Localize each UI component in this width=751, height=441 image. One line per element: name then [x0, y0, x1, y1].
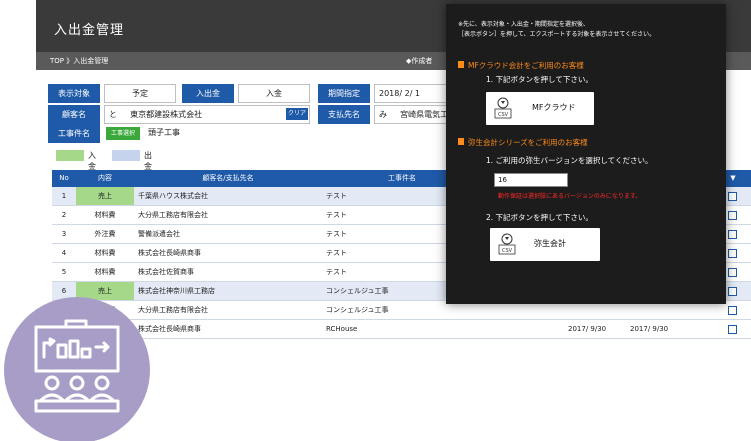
- row-checkbox[interactable]: [728, 211, 737, 220]
- row-checkbox[interactable]: [728, 268, 737, 277]
- export-modal: ※先に、表示対象・入出金・期間指定を選択後、 ［表示ボタン］を押して、エクスポー…: [446, 4, 726, 304]
- option-deposit-withdrawal[interactable]: 入出金: [182, 84, 234, 103]
- mf-heading: MFクラウド会計をご利用のお客様: [468, 61, 584, 70]
- row-checkbox[interactable]: [728, 287, 737, 296]
- csv-label: CSV: [498, 112, 509, 118]
- row-content-type: 売上: [76, 187, 134, 205]
- header-select-all[interactable]: ▼: [726, 170, 740, 187]
- row-date-end: 2017/ 9/30: [630, 325, 669, 333]
- row-customer-name: 株式会社長崎県商事: [138, 325, 201, 333]
- row-number: 1: [61, 192, 67, 200]
- yayoi-heading: 弥生会計シリーズをご利用のお客様: [468, 138, 588, 147]
- table-row[interactable]: 材料費株式会社長崎県商事RCHouse2017/ 9/302017/ 9/30: [52, 320, 751, 339]
- yayoi-version-select[interactable]: 16: [494, 173, 568, 187]
- project-label: 工事件名: [48, 124, 100, 143]
- header-content: 内容: [98, 174, 112, 182]
- period-start-field[interactable]: 2018/ 2/ 1: [374, 84, 448, 103]
- payee-label: 支払先名: [318, 105, 370, 124]
- yayoi-step-2: 2. 下記ボタンを押して下さい。: [486, 213, 593, 222]
- legend-expense-swatch: [112, 150, 140, 161]
- mf-heading-marker: [458, 61, 464, 68]
- mf-export-label: MFクラウド: [532, 103, 576, 112]
- row-customer-name: 警備派遣会社: [138, 230, 180, 238]
- option-planned[interactable]: 予定: [104, 84, 176, 103]
- breadcrumb[interactable]: TOP 》入出金管理: [50, 56, 108, 66]
- row-project-name: RCHouse: [326, 325, 358, 333]
- mf-export-button[interactable]: CSV MFクラウド: [486, 92, 594, 125]
- row-date-start: 2017/ 9/30: [568, 325, 607, 333]
- row-number: 2: [61, 211, 67, 219]
- yayoi-export-button[interactable]: CSV 弥生会計: [490, 228, 600, 261]
- customer-field[interactable]: と 東京都建設株式会社: [104, 105, 310, 124]
- row-customer-name: 千葉県ハウス株式会社: [138, 192, 208, 200]
- row-customer-name: 株式会社長崎県商事: [138, 249, 201, 257]
- project-select-button[interactable]: 工事選択: [106, 127, 140, 140]
- row-number: 3: [61, 230, 67, 238]
- row-checkbox[interactable]: [728, 249, 737, 258]
- row-checkbox[interactable]: [728, 230, 737, 239]
- csv-export-icon: CSV: [494, 97, 512, 119]
- row-checkbox[interactable]: [728, 306, 737, 315]
- period-label: 期間指定: [318, 84, 370, 103]
- legend-income-swatch: [56, 150, 84, 161]
- legend-income-label: 入金: [88, 151, 96, 171]
- row-customer-name: 株式会社佐賀商事: [138, 268, 194, 276]
- screenshot-stage: 入出金管理 TOP 》入出金管理 ◆作成者 表示対象 予定 入出金 入金 期間指…: [0, 0, 751, 441]
- mf-step: 1. 下記ボタンを押して下さい。: [486, 75, 593, 84]
- csv-export-icon: CSV: [498, 233, 516, 255]
- row-checkbox[interactable]: [728, 325, 737, 334]
- header-no: No: [59, 174, 69, 182]
- customer-value: 東京都建設株式会社: [130, 110, 203, 119]
- payee-prefix: み: [379, 110, 387, 119]
- row-content-type: 材料費: [94, 211, 116, 219]
- row-number: 4: [61, 249, 67, 257]
- row-number: 5: [61, 268, 67, 276]
- row-customer-name: 大分県工務店有限会社: [138, 211, 208, 219]
- row-content-type: 材料費: [94, 268, 116, 276]
- option-deposit[interactable]: 入金: [238, 84, 310, 103]
- legend-expense-label: 出金: [144, 151, 152, 171]
- yayoi-export-label: 弥生会計: [534, 239, 566, 248]
- customer-label: 顧客名: [48, 105, 100, 124]
- feature-badge-circle: [4, 297, 150, 441]
- yayoi-step-1: 1. ご利用の弥生バージョンを選択してください。: [486, 156, 653, 165]
- row-content-type: 外注費: [94, 230, 116, 238]
- meeting-presentation-icon: [34, 319, 120, 413]
- header-customer: 顧客名/支払先名: [202, 174, 254, 182]
- customer-prefix: と: [109, 110, 117, 119]
- row-customer-name: 大分県工務店有限会社: [138, 306, 208, 314]
- modal-instruction-note: ※先に、表示対象・入出金・期間指定を選択後、 ［表示ボタン］を押して、エクスポー…: [458, 21, 656, 38]
- yayoi-version-warning: 動作保証は選択肢にあるバージョンのみになります。: [498, 193, 642, 200]
- project-field[interactable]: 頭子工事: [144, 124, 310, 143]
- customer-clear-button[interactable]: クリア: [286, 108, 308, 120]
- display-target-label: 表示対象: [48, 84, 100, 103]
- page-title: 入出金管理: [54, 23, 125, 38]
- creator-label: ◆作成者: [406, 57, 433, 65]
- yayoi-heading-marker: [458, 138, 464, 145]
- row-checkbox[interactable]: [728, 192, 737, 201]
- row-content-type: 材料費: [94, 249, 116, 257]
- row-customer-name: 株式会社神奈川県工務店: [138, 287, 215, 295]
- csv-label: CSV: [502, 248, 513, 254]
